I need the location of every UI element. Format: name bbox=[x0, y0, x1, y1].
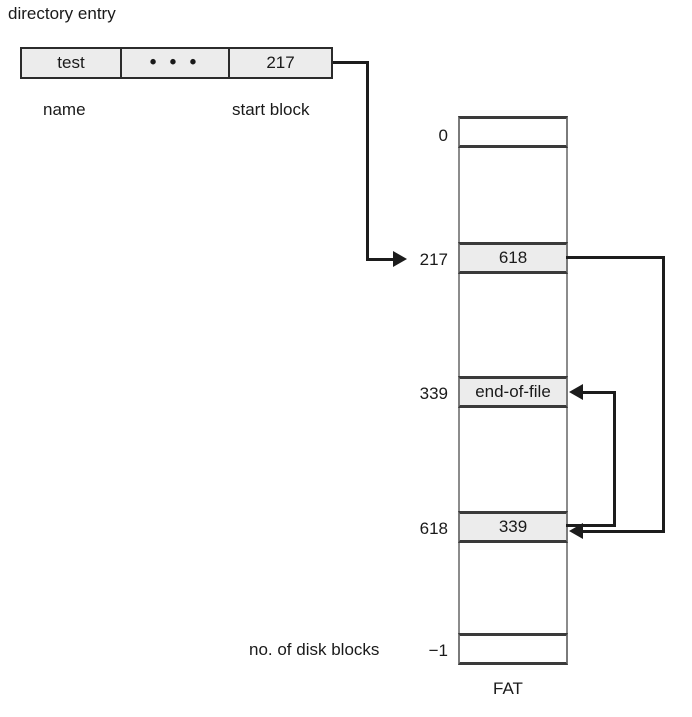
fat-allocation-diagram: directory entry test • • • 217 name star… bbox=[0, 0, 692, 717]
fat-618-to-339-segment-top bbox=[583, 391, 616, 394]
directory-entry-start-block-value: 217 bbox=[266, 53, 295, 72]
fat-row: 618 bbox=[458, 242, 568, 274]
diagram-title: directory entry bbox=[8, 4, 116, 23]
directory-entry-name-caption: name bbox=[43, 100, 86, 119]
dir-to-fat-segment-top bbox=[333, 61, 369, 64]
fat-row-index: 618 bbox=[419, 519, 448, 538]
fat-row-index: −1 bbox=[428, 641, 448, 660]
directory-entry-name-value: test bbox=[57, 53, 85, 72]
fat-row bbox=[458, 633, 568, 665]
fat-217-to-618-segment-top bbox=[566, 256, 665, 259]
directory-entry-middle-cell: • • • bbox=[120, 49, 230, 77]
fat-row-value: end-of-file bbox=[475, 382, 551, 401]
dir-to-fat-segment-vertical bbox=[366, 61, 369, 260]
directory-entry-start-block-caption: start block bbox=[232, 100, 310, 119]
disk-blocks-label: no. of disk blocks bbox=[249, 640, 380, 659]
fat-row-value: 339 bbox=[498, 517, 528, 536]
dir-to-fat-segment-bottom bbox=[366, 258, 396, 261]
fat-row-index: 217 bbox=[419, 250, 448, 269]
directory-entry-box: test • • • 217 bbox=[20, 47, 333, 79]
fat-table: 618 end-of-file 339 bbox=[458, 116, 568, 665]
fat-caption: FAT bbox=[493, 679, 523, 698]
fat-row-value: 618 bbox=[498, 248, 528, 267]
ellipsis-icon: • • • bbox=[149, 52, 201, 74]
fat-row-index: 339 bbox=[419, 384, 448, 403]
fat-row-index: 0 bbox=[438, 126, 448, 145]
fat-row: 339 bbox=[458, 511, 568, 543]
directory-entry-name-cell: test bbox=[22, 49, 120, 77]
fat-row: end-of-file bbox=[458, 376, 568, 408]
fat-217-to-618-segment-bottom bbox=[583, 530, 663, 533]
fat-217-to-618-segment-vertical bbox=[662, 256, 665, 533]
fat-618-to-339-segment-bottom bbox=[566, 524, 616, 527]
fat-618-to-339-arrowhead bbox=[569, 384, 583, 400]
fat-618-to-339-segment-vertical bbox=[613, 391, 616, 527]
fat-row bbox=[458, 116, 568, 148]
directory-entry-start-block-cell: 217 bbox=[230, 49, 331, 77]
